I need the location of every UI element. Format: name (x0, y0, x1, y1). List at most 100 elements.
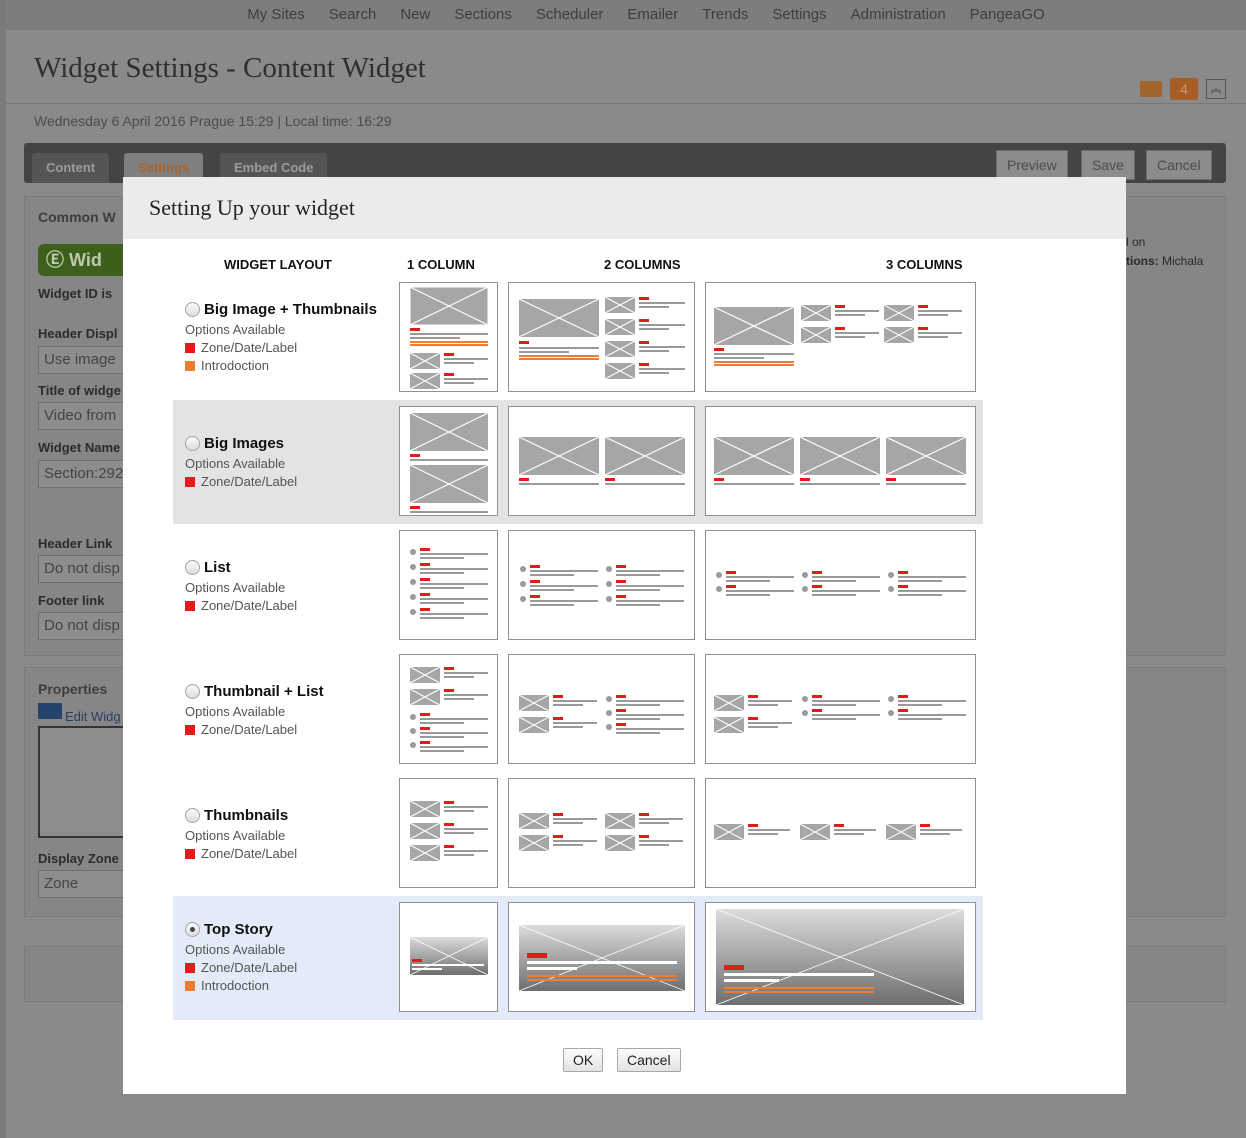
nav-my-sites[interactable]: My Sites (235, 0, 317, 30)
edit-widget-link[interactable]: Edit Widg (65, 709, 121, 724)
nav-search[interactable]: Search (317, 0, 389, 30)
option-sub: Options Available (185, 828, 286, 843)
option-name: Thumbnail + List (204, 682, 324, 700)
layout-thumb-top-story-2col[interactable] (508, 902, 695, 1012)
red-square-icon (185, 848, 195, 859)
option-thumbnails[interactable]: Thumbnails Options Available Zone/Date/L… (185, 805, 395, 861)
layout-thumb-thumbnails-2col[interactable] (508, 778, 695, 888)
one-column-heading: 1 COLUMN (407, 257, 475, 272)
layout-thumb-big-image-thumbnails-2col[interactable] (508, 282, 695, 392)
legend-text: Zone/Date/Label (201, 598, 298, 613)
footer-link-label: Footer link (38, 593, 105, 608)
layout-thumb-thumbnails-1col[interactable] (399, 778, 498, 888)
widget-layout-heading: WIDGET LAYOUT (224, 257, 332, 272)
option-name: Big Images (204, 434, 285, 452)
option-big-image-thumbnails[interactable]: Big Image + Thumbnails Options Available… (185, 299, 395, 373)
widget-name-label: Widget Name (38, 440, 121, 455)
option-top-story[interactable]: Top Story Options Available Zone/Date/La… (185, 919, 395, 993)
radio-icon[interactable] (185, 683, 200, 699)
layout-thumb-list-2col[interactable] (508, 530, 695, 640)
legend-item: Zone/Date/Label (185, 960, 395, 975)
legend-text: Zone/Date/Label (201, 722, 298, 737)
legend-item: Introdoction (185, 978, 395, 993)
collapse-up-icon[interactable]: ︽ (1206, 79, 1226, 99)
legend-text: Zone/Date/Label (201, 960, 298, 975)
header-display-label: Header Displ (38, 326, 118, 341)
orange-square-icon (185, 360, 195, 371)
notification-count-badge[interactable]: 4 (1170, 78, 1198, 100)
top-navigation: My Sites Search New Sections Scheduler E… (6, 0, 1246, 30)
nav-trends[interactable]: Trends (690, 0, 760, 30)
red-square-icon (185, 476, 195, 487)
layout-thumb-big-images-1col[interactable] (399, 406, 498, 516)
layout-thumb-list-1col[interactable] (399, 530, 498, 640)
save-button[interactable]: Save (1081, 150, 1135, 180)
legend-item: Zone/Date/Label (185, 722, 395, 737)
legend-text: Zone/Date/Label (201, 340, 298, 355)
dialog-cancel-button[interactable]: Cancel (617, 1048, 681, 1072)
red-square-icon (185, 724, 195, 735)
nav-sections[interactable]: Sections (442, 0, 524, 30)
legend-item: Zone/Date/Label (185, 474, 395, 489)
cancel-button[interactable]: Cancel (1146, 150, 1212, 180)
e-circle-icon: Ⓔ (46, 250, 64, 270)
layout-thumb-top-story-1col[interactable] (399, 902, 498, 1012)
widget-pill-label: Wid (69, 250, 102, 270)
layout-thumb-thumbnails-3col[interactable] (705, 778, 976, 888)
legend-item: Zone/Date/Label (185, 846, 395, 861)
option-name: List (204, 558, 231, 576)
radio-icon[interactable] (185, 807, 200, 823)
radio-icon[interactable] (185, 559, 200, 575)
properties-heading: Properties (38, 681, 108, 697)
option-sub: Options Available (185, 456, 286, 471)
right-note-1: l on (1126, 235, 1146, 249)
radio-icon-selected[interactable] (185, 921, 200, 937)
option-sub: Options Available (185, 322, 286, 337)
layout-thumb-list-3col[interactable] (705, 530, 976, 640)
nav-emailer[interactable]: Emailer (615, 0, 690, 30)
title-actions: 4 ︽ (1140, 78, 1226, 100)
nav-scheduler[interactable]: Scheduler (524, 0, 616, 30)
layout-thumb-big-image-thumbnails-3col[interactable] (705, 282, 976, 392)
layout-thumb-thumbnail-list-3col[interactable] (705, 654, 976, 764)
nav-settings[interactable]: Settings (760, 0, 838, 30)
red-square-icon (185, 600, 195, 611)
option-sub: Options Available (185, 704, 286, 719)
option-big-images[interactable]: Big Images Options Available Zone/Date/L… (185, 433, 395, 489)
layout-thumb-big-images-2col[interactable] (508, 406, 695, 516)
layout-thumb-big-image-thumbnails-1col[interactable] (399, 282, 498, 392)
page-title: Widget Settings - Content Widget (34, 52, 426, 84)
three-columns-heading: 3 COLUMNS (886, 257, 963, 272)
option-list[interactable]: List Options Available Zone/Date/Label (185, 557, 395, 613)
header-link-label: Header Link (38, 536, 113, 551)
divider (6, 103, 1246, 104)
red-square-icon (185, 342, 195, 353)
preview-button[interactable]: Preview (996, 150, 1068, 180)
option-sub: Options Available (185, 942, 286, 957)
legend-item: Introdoction (185, 358, 395, 373)
option-sub: Options Available (185, 580, 286, 595)
legend-text: Zone/Date/Label (201, 846, 298, 861)
nav-administration[interactable]: Administration (839, 0, 958, 30)
option-name: Thumbnails (204, 806, 289, 824)
dialog-title: Setting Up your widget (149, 195, 355, 220)
ok-button[interactable]: OK (563, 1048, 604, 1072)
layout-thumb-big-images-3col[interactable] (705, 406, 976, 516)
radio-icon[interactable] (185, 301, 200, 317)
radio-icon[interactable] (185, 435, 200, 451)
layout-thumb-thumbnail-list-2col[interactable] (508, 654, 695, 764)
nav-pangeago[interactable]: PangeaGO (958, 0, 1057, 30)
right-note-2: tions: Michala (1126, 254, 1203, 268)
nav-new[interactable]: New (388, 0, 442, 30)
right-note-text: Michala (1158, 254, 1204, 268)
legend-text: Introdoction (201, 358, 269, 373)
date-time-bar: Wednesday 6 April 2016 Prague 15:29 | Lo… (34, 113, 392, 129)
widget-setup-dialog: Setting Up your widget WIDGET LAYOUT 1 C… (123, 177, 1126, 1094)
layout-thumb-top-story-3col[interactable] (705, 902, 976, 1012)
option-thumbnail-list[interactable]: Thumbnail + List Options Available Zone/… (185, 681, 395, 737)
legend-text: Introdoction (201, 978, 269, 993)
tab-content[interactable]: Content (32, 153, 110, 183)
keyboard-icon[interactable] (1140, 81, 1162, 97)
red-square-icon (185, 962, 195, 973)
layout-thumb-thumbnail-list-1col[interactable] (399, 654, 498, 764)
